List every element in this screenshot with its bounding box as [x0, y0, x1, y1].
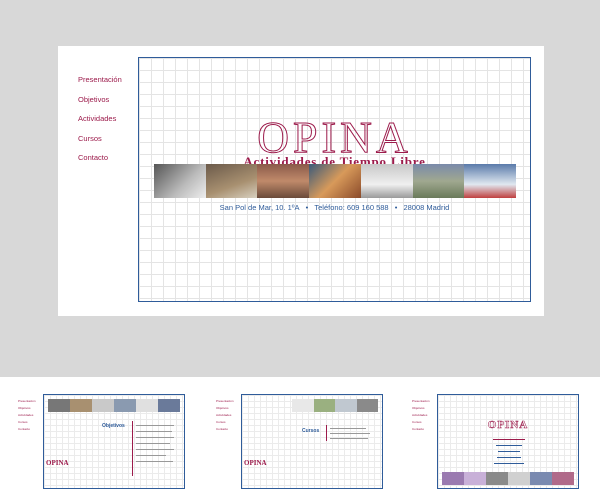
thumb-nav-item: Presentación [412, 399, 430, 403]
photo-hikers [360, 164, 413, 198]
photo-landscape [412, 164, 465, 198]
thumb-photo-strip [48, 399, 180, 412]
thumb-nav: Presentación Objetivos Actividades Curso… [18, 398, 36, 433]
thumb-section-title: Cursos [302, 428, 320, 434]
thumb-nav-item: Objetivos [216, 406, 229, 410]
thumb-nav-item: Contacto [216, 427, 229, 431]
thumb-logo: OPINA [46, 459, 69, 467]
thumb-nav-item: Actividades [412, 413, 428, 417]
photo-snow [154, 164, 206, 198]
nav-item-presentacion[interactable]: Presentación [78, 70, 122, 90]
photo-skiers [464, 164, 517, 198]
photo-cyclist [205, 164, 258, 198]
thumb-nav-item: Objetivos [18, 406, 31, 410]
thumbnail-cursos[interactable]: Presentación Objetivos Actividades Curso… [210, 386, 390, 494]
thumb-nav-item: Contacto [412, 427, 425, 431]
thumb-nav-item: Contacto [18, 427, 31, 431]
thumb-nav-item: Presentación [216, 399, 234, 403]
thumb-logo: OPINA [244, 459, 267, 467]
address-text: San Pol de Mar, 10. 1ºA [219, 203, 300, 212]
thumbnail-presentacion[interactable]: Presentación Objetivos Actividades Curso… [406, 386, 586, 494]
thumb-nav: Presentación Objetivos Actividades Curso… [216, 398, 234, 433]
nav-item-actividades[interactable]: Actividades [78, 109, 122, 129]
thumb-nav-item: Cursos [18, 420, 28, 424]
nav-item-cursos[interactable]: Cursos [78, 129, 122, 149]
thumb-section-title: Objetivos [102, 423, 125, 429]
thumb-text-block [132, 421, 178, 476]
content-frame: OPINA Actividades de Tiempo Libre San Po… [138, 57, 531, 302]
thumb-photo-strip [442, 472, 574, 485]
separator-dot: • [394, 203, 398, 212]
nav-item-contacto[interactable]: Contacto [78, 148, 122, 168]
thumb-frame: OPINA [437, 394, 579, 489]
thumbnail-objetivos[interactable]: Presentación Objetivos Actividades Curso… [12, 386, 192, 494]
city-text: 28008 Madrid [403, 203, 450, 212]
thumb-nav: Presentación Objetivos Actividades Curso… [412, 398, 430, 433]
photo-strip [154, 164, 517, 198]
thumb-nav-item: Presentación [18, 399, 36, 403]
thumb-nav-item: Cursos [412, 420, 422, 424]
thumb-frame: Cursos [241, 394, 383, 489]
thumb-photo-strip [292, 399, 378, 412]
phone-text: Teléfono: 609 160 588 [314, 203, 389, 212]
nav-item-objetivos[interactable]: Objetivos [78, 90, 122, 110]
thumb-nav-item: Actividades [18, 413, 34, 417]
thumb-frame: Objetivos [43, 394, 185, 489]
photo-mountain [257, 164, 310, 198]
separator-dot: • [305, 203, 309, 212]
thumb-nav-item: Objetivos [412, 406, 425, 410]
thumb-logo: OPINA [487, 419, 529, 432]
photo-climber [309, 164, 361, 198]
main-nav: Presentación Objetivos Actividades Curso… [78, 70, 122, 168]
thumb-nav-item: Actividades [216, 413, 232, 417]
thumb-nav-item: Cursos [216, 420, 226, 424]
contact-line: San Pol de Mar, 10. 1ºA • Teléfono: 609 … [139, 203, 530, 212]
thumb-text-block [326, 425, 373, 441]
